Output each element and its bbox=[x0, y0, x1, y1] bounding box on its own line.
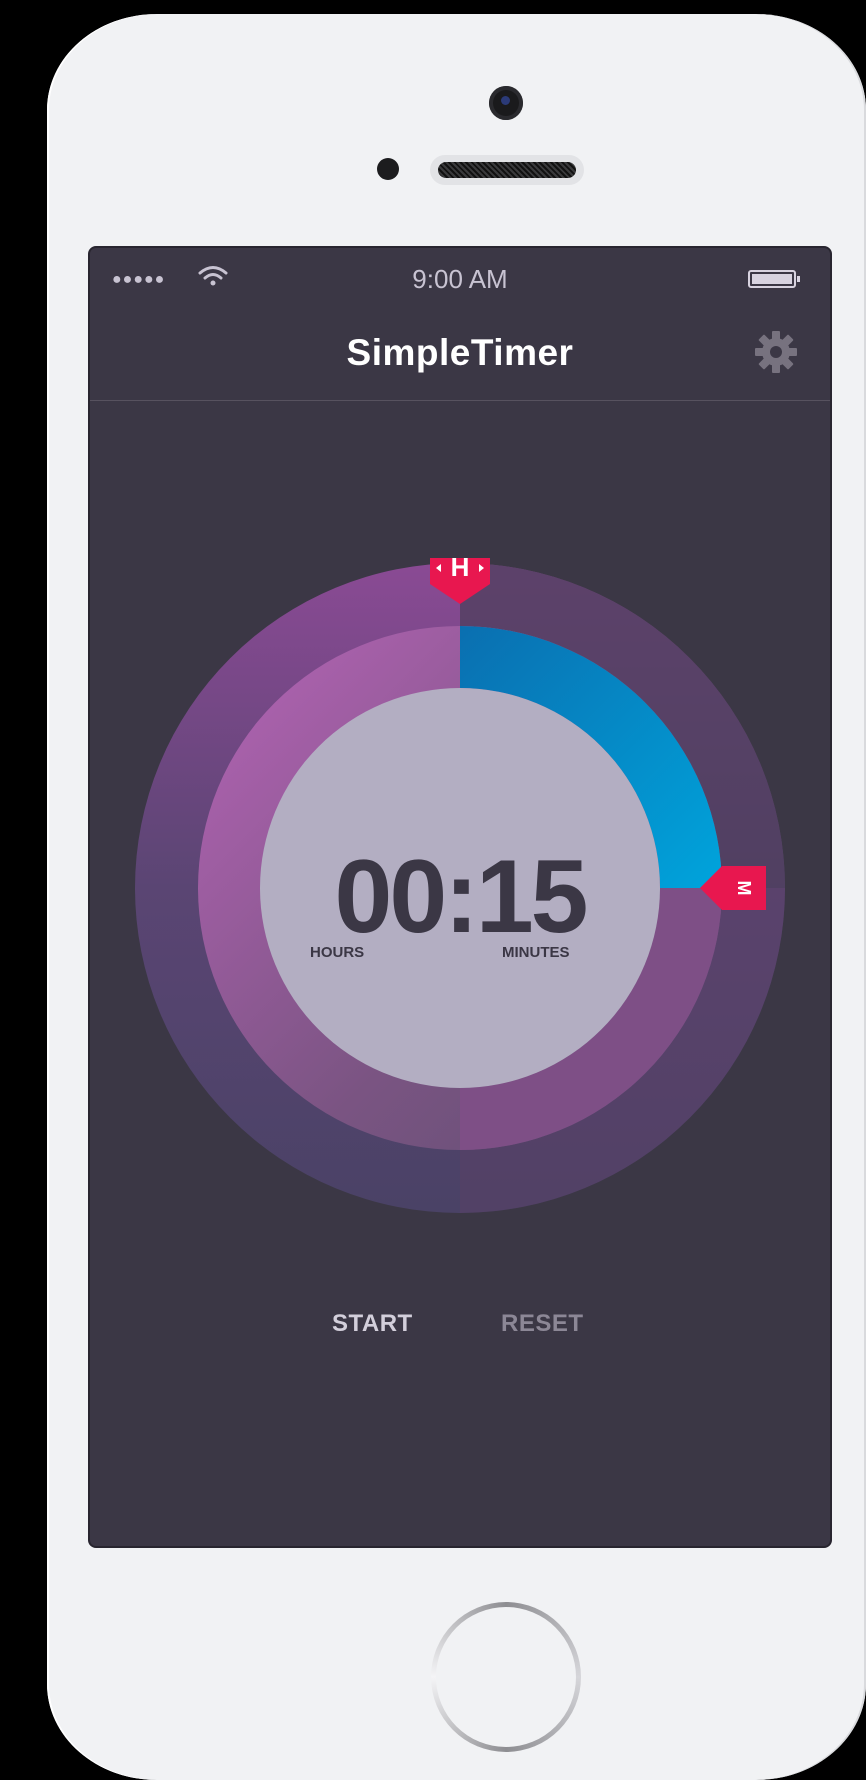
app-screen: ●●●●● 9:00 AM SimpleTimer H M 00:15 HOUR… bbox=[90, 248, 830, 1546]
earpiece-speaker bbox=[430, 155, 584, 185]
home-button[interactable] bbox=[431, 1602, 581, 1752]
page-title: SimpleTimer bbox=[346, 332, 574, 373]
hours-label: HOURS bbox=[310, 944, 365, 961]
proximity-sensor bbox=[377, 158, 399, 180]
timer-display: 00:15 bbox=[334, 839, 589, 955]
gear-icon[interactable] bbox=[752, 328, 800, 376]
minutes-label: MINUTES bbox=[502, 944, 570, 961]
reset-button[interactable]: RESET bbox=[501, 1310, 584, 1338]
navigation-bar: SimpleTimer bbox=[90, 292, 830, 401]
status-time: 9:00 AM bbox=[412, 264, 508, 294]
start-button[interactable]: START bbox=[332, 1310, 413, 1338]
minutes-handle-label: M bbox=[734, 881, 754, 896]
timer-controls: START RESET bbox=[90, 1298, 830, 1358]
hours-handle-label: H bbox=[451, 558, 470, 582]
status-bar: ●●●●● 9:00 AM bbox=[90, 248, 830, 294]
battery-icon bbox=[748, 270, 800, 288]
front-camera bbox=[489, 86, 523, 120]
